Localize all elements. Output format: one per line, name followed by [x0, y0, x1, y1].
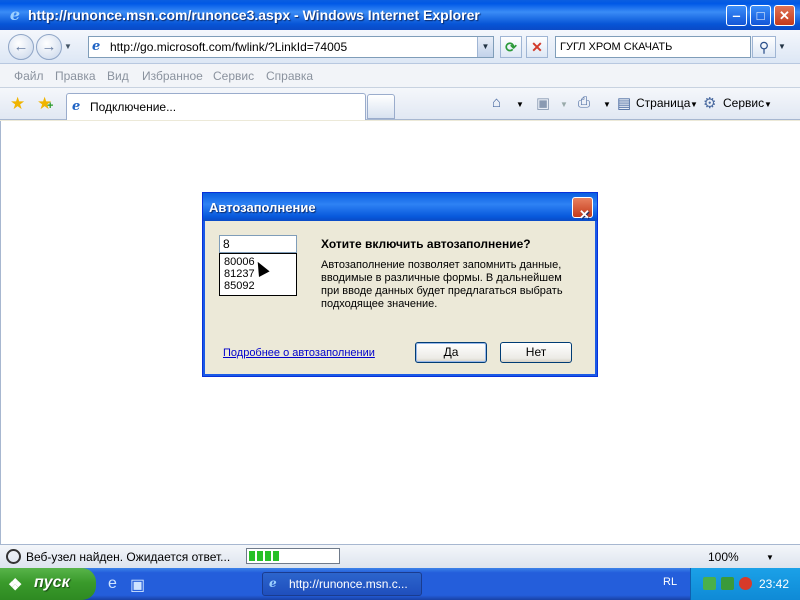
ie-icon: e: [9, 5, 21, 24]
back-button[interactable]: ←: [8, 34, 34, 60]
print-icon[interactable]: ⎙: [578, 94, 590, 111]
language-indicator[interactable]: RL: [663, 576, 677, 588]
address-url[interactable]: http://go.microsoft.com/fwlink/?LinkId=7…: [110, 40, 347, 54]
forward-arrow-icon: →: [41, 38, 57, 55]
minimize-button[interactable]: ‒: [726, 5, 747, 26]
tab-current[interactable]: e Подключение...: [66, 93, 366, 120]
dialog-title: Автозаполнение: [209, 200, 316, 215]
suggestion-item: 85092: [224, 280, 255, 292]
home-dropdown-icon[interactable]: ▼: [516, 100, 524, 109]
dialog-heading: Хотите включить автозаполнение?: [321, 237, 531, 251]
new-tab-button[interactable]: [367, 94, 395, 119]
refresh-button[interactable]: ⟳: [500, 36, 522, 58]
close-button[interactable]: ✕: [774, 5, 795, 26]
back-arrow-icon: ←: [13, 38, 29, 55]
maximize-button[interactable]: □: [750, 5, 771, 26]
autocomplete-dialog: Автозаполнение ✕ 8 80006 81237 85092 Хот…: [202, 192, 598, 377]
favorites-star-icon[interactable]: ★: [10, 94, 25, 114]
menu-favorites[interactable]: Избранное: [142, 69, 203, 83]
suggestion-item: 80006: [224, 256, 255, 268]
autocomplete-help-link[interactable]: Подробнее о автозаполнении: [223, 347, 375, 359]
taskbar-ie-window[interactable]: e http://runonce.msn.c...: [262, 572, 422, 596]
windows-flag-icon: ❖: [8, 577, 23, 594]
yes-button[interactable]: Да: [415, 342, 487, 363]
page-menu[interactable]: Страница: [636, 96, 690, 110]
address-field[interactable]: e http://go.microsoft.com/fwlink/?LinkId…: [88, 36, 494, 58]
start-button[interactable]: ❖ пуск: [0, 568, 96, 600]
start-label: пуск: [34, 574, 70, 591]
menu-view[interactable]: Вид: [107, 69, 129, 83]
page-icon: e: [92, 39, 101, 54]
system-tray: 23:42: [690, 568, 800, 600]
search-icon: ⚲: [758, 39, 770, 55]
feed-dropdown-icon[interactable]: ▼: [560, 100, 568, 109]
dialog-close-button[interactable]: ✕: [572, 197, 593, 222]
quicklaunch-desktop-icon[interactable]: ▣: [130, 575, 145, 595]
history-dropdown-icon[interactable]: ▼: [64, 42, 72, 51]
menu-edit[interactable]: Правка: [55, 69, 96, 83]
autocomplete-example-input: 8: [219, 235, 297, 253]
tools-dropdown-icon[interactable]: ▼: [764, 100, 772, 109]
progress-bar: [246, 548, 340, 564]
gear-icon: ⚙: [703, 95, 717, 112]
zoom-dropdown-icon[interactable]: ▼: [766, 553, 774, 562]
no-button[interactable]: Нет: [500, 342, 572, 363]
dialog-body: 8 80006 81237 85092 Хотите включить авто…: [207, 221, 595, 374]
forward-button[interactable]: →: [36, 34, 62, 60]
search-text[interactable]: ГУГЛ ХРОМ СКАЧАТЬ: [560, 41, 672, 53]
quicklaunch-ie-icon[interactable]: e: [108, 575, 117, 593]
suggestion-item: 81237: [224, 268, 255, 280]
progress-fill: [249, 551, 281, 561]
add-favorites-icon[interactable]: ★: [37, 94, 54, 114]
page-dropdown-icon[interactable]: ▼: [690, 100, 698, 109]
search-button[interactable]: ⚲: [752, 36, 776, 58]
zoom-level[interactable]: 100%: [708, 550, 739, 564]
autocomplete-example-value: 8: [223, 237, 230, 251]
refresh-icon: ⟳: [505, 39, 517, 55]
clock: 23:42: [759, 577, 790, 591]
dialog-title-bar[interactable]: Автозаполнение ✕: [203, 193, 597, 222]
loading-icon: [6, 549, 21, 564]
print-dropdown-icon[interactable]: ▼: [603, 100, 611, 109]
task-label: http://runonce.msn.c...: [289, 577, 408, 591]
alert-icon[interactable]: [739, 577, 752, 590]
page-menu-icon: ▤: [617, 95, 632, 112]
menu-help[interactable]: Справка: [266, 69, 313, 83]
tab-page-icon: e: [72, 99, 81, 114]
home-icon[interactable]: ⌂: [492, 94, 501, 111]
menu-tools[interactable]: Сервис: [213, 69, 254, 83]
tools-menu[interactable]: Сервис: [723, 96, 764, 110]
taskbar: ❖ пуск e ▣ e http://runonce.msn.c... RL …: [0, 568, 800, 600]
navigation-bar: ← → ▼ e http://go.microsoft.com/fwlink/?…: [0, 30, 800, 64]
stop-icon: ✕: [531, 39, 543, 55]
status-bar: Веб-узел найден. Ожидается ответ... 100%…: [0, 544, 800, 568]
search-input[interactable]: ГУГЛ ХРОМ СКАЧАТЬ: [555, 36, 751, 58]
window-title: http://runonce.msn.com/runonce3.aspx - W…: [28, 7, 480, 23]
address-dropdown-icon[interactable]: ▼: [477, 37, 493, 57]
rss-feed-icon[interactable]: ▣: [536, 94, 550, 112]
dialog-description: Автозаполнение позволяет запомнить данны…: [321, 259, 563, 310]
menu-file[interactable]: Файл: [14, 69, 44, 83]
status-text: Веб-узел найден. Ожидается ответ...: [26, 550, 231, 564]
menu-bar: Файл Правка Вид Избранное Сервис Справка: [0, 64, 800, 88]
search-options-icon[interactable]: ▼: [778, 42, 786, 51]
task-ie-icon: e: [269, 576, 277, 590]
network-icon[interactable]: [703, 577, 716, 590]
security-icon[interactable]: [721, 577, 734, 590]
stop-button[interactable]: ✕: [526, 36, 548, 58]
tab-bar: ★ ★ e Подключение... ⌂ ▼ ▣ ▼ ⎙ ▼ ▤ Стран…: [0, 88, 800, 120]
tab-label: Подключение...: [90, 100, 177, 114]
window-title-bar[interactable]: e http://runonce.msn.com/runonce3.aspx -…: [0, 0, 800, 30]
